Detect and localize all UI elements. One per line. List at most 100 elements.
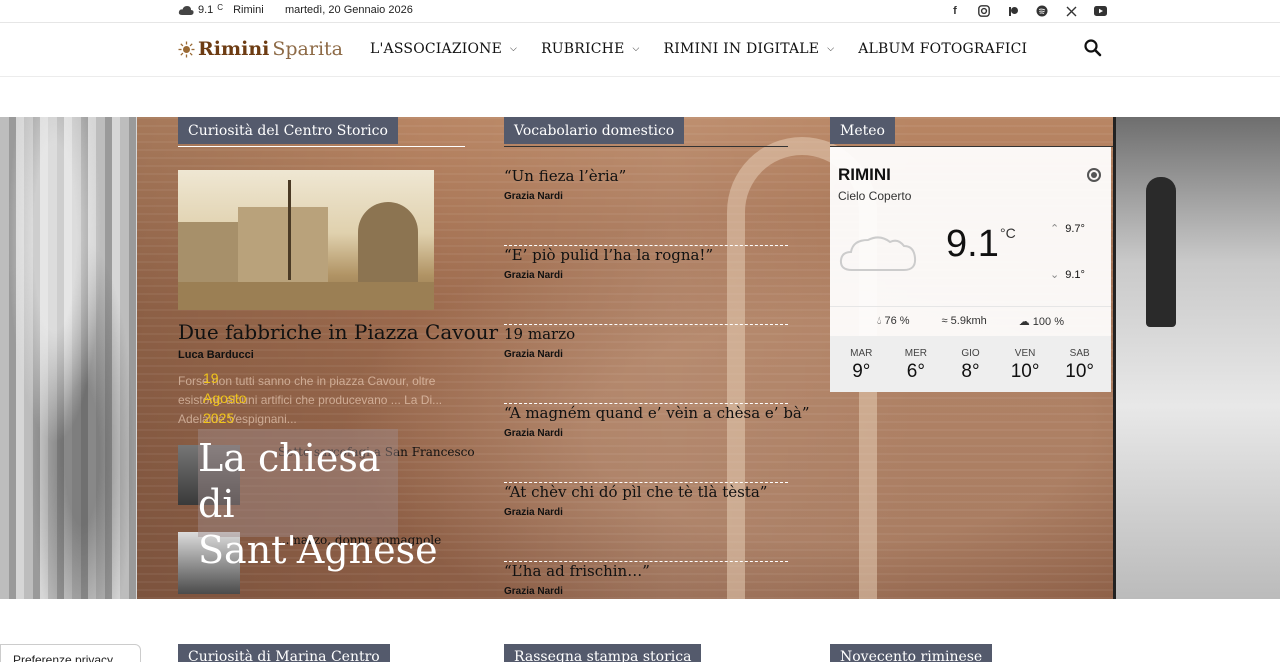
nav-label: ALBUM FOTOGRAFICI bbox=[858, 41, 1028, 57]
weather-clouds: ☁︎ 100 % bbox=[1019, 315, 1064, 328]
thumbnail-arch bbox=[358, 202, 418, 282]
weather-widget: RIMINI Cielo Coperto 9.1 °C ⌃ 9.7° ⌄ 9.1° … bbox=[830, 147, 1111, 392]
forecast-day: SAB 10° bbox=[1055, 336, 1105, 392]
privacy-preferences-button[interactable]: Preferenze privacy bbox=[0, 644, 141, 662]
chevron-down-icon: ⌵ bbox=[632, 44, 640, 54]
weather-wind: ≈ 5.9kmh bbox=[942, 315, 987, 328]
forecast-day-temp: 8° bbox=[961, 361, 980, 382]
instagram-icon[interactable] bbox=[976, 3, 992, 19]
nav-label: RUBRICHE bbox=[541, 41, 625, 57]
background-photo-left bbox=[0, 117, 137, 599]
list-item[interactable]: 19 marzo Grazia Nardi bbox=[504, 325, 788, 404]
list-item-title[interactable]: “Un fieza l’èria” bbox=[504, 167, 788, 185]
list-item-author[interactable]: Grazia Nardi bbox=[504, 349, 788, 360]
list-item[interactable]: “A magném quand e’ vèin a chèsa e’ bà” Gr… bbox=[504, 404, 810, 483]
nav-item-associazione[interactable]: L'ASSOCIAZIONE ⌵ bbox=[370, 41, 517, 57]
youtube-icon[interactable] bbox=[1092, 3, 1108, 19]
patreon-icon[interactable] bbox=[1005, 3, 1021, 19]
weather-stats: 💧︎ 76 % ≈ 5.9kmh ☁︎ 100 % bbox=[830, 315, 1111, 328]
list-item[interactable]: “At chèv chi dó pìl che tè tlà tèsta” Gra… bbox=[504, 483, 788, 562]
overlay-date: 19 Agosto 2025 bbox=[203, 368, 247, 428]
social-links: f bbox=[947, 3, 1108, 19]
chevron-down-icon: ⌵ bbox=[510, 44, 518, 54]
column-meteo: Meteo RIMINI Cielo Coperto 9.1 °C ⌃ 9.7° … bbox=[830, 117, 1113, 599]
weather-clouds-value: 100 % bbox=[1032, 316, 1064, 328]
overlay-date-year: 2025 bbox=[203, 410, 235, 426]
nav-label: RIMINI IN DIGITALE bbox=[663, 41, 820, 57]
overlay-date-day: 19 bbox=[203, 370, 219, 386]
list-item-author[interactable]: Grazia Nardi bbox=[504, 428, 788, 439]
logo-text-rimini: Rimini bbox=[198, 38, 270, 60]
nav-item-rimini-in-digitale[interactable]: RIMINI IN DIGITALE ⌵ bbox=[664, 41, 835, 57]
list-item-title[interactable]: “At chèv chi dó pìl che tè tlà tèsta” bbox=[504, 483, 788, 501]
list-item[interactable]: “E’ piò pulid l’ha la rogna!” Grazia Nard… bbox=[504, 246, 788, 325]
weather-low: ⌄ 9.1° bbox=[1050, 268, 1085, 281]
list-item-title[interactable]: “L’ha ad frischin…” bbox=[504, 562, 788, 580]
forecast-day-name: GIO bbox=[961, 348, 980, 359]
list-item-author[interactable]: Grazia Nardi bbox=[504, 507, 788, 518]
site-logo[interactable]: Rimini Sparita bbox=[178, 38, 343, 60]
x-icon[interactable] bbox=[1063, 3, 1079, 19]
forecast-day-temp: 9° bbox=[852, 361, 871, 382]
forecast-day-name: MAR bbox=[850, 348, 873, 359]
logo-text-sparita: Sparita bbox=[272, 38, 344, 60]
facebook-icon[interactable]: f bbox=[947, 3, 963, 19]
forecast-day: GIO 8° bbox=[945, 336, 995, 392]
forecast-day: MAR 9° bbox=[836, 336, 886, 392]
thumbnail-building bbox=[178, 222, 238, 282]
forecast-day-name: SAB bbox=[1069, 348, 1090, 359]
forecast-day: VEN 10° bbox=[1000, 336, 1050, 392]
top-date: martedì, 20 Gennaio 2026 bbox=[285, 4, 413, 16]
weather-low-value: 9.1° bbox=[1065, 269, 1085, 281]
weather-divider bbox=[830, 306, 1111, 307]
nav-item-album-fotografici[interactable]: ALBUM FOTOGRAFICI bbox=[858, 41, 1027, 57]
list-item-author[interactable]: Grazia Nardi bbox=[504, 586, 788, 597]
locate-icon[interactable] bbox=[1087, 168, 1101, 182]
column-curiosita-centro-storico: Curiosità del Centro Storico Due fabbric… bbox=[178, 117, 498, 599]
article-title[interactable]: Due fabbriche in Piazza Cavour bbox=[178, 320, 498, 344]
list-item-title[interactable]: “E’ piò pulid l’ha la rogna!” bbox=[504, 246, 788, 264]
list-item-title[interactable]: 19 marzo bbox=[504, 325, 788, 343]
cloud-icon bbox=[839, 236, 917, 271]
overlay-article-title[interactable]: La chiesa di Sant'Agnese bbox=[198, 429, 438, 572]
section-header: Curiosità del Centro Storico bbox=[178, 117, 465, 147]
thumbnail-building bbox=[238, 207, 328, 282]
wind-icon: ≈ bbox=[941, 315, 948, 327]
section-title-rassegna-stampa[interactable]: Rassegna stampa storica bbox=[504, 644, 702, 662]
weather-high-value: 9.7° bbox=[1065, 223, 1085, 235]
weather-high: ⌃ 9.7° bbox=[1050, 222, 1085, 235]
cloud-icon bbox=[178, 5, 194, 15]
list-item[interactable]: “L’ha ad frischin…” Grazia Nardi bbox=[504, 562, 788, 599]
cloud-icon: ☁︎ bbox=[1018, 316, 1030, 328]
list-item[interactable]: “Un fieza l’èria” Grazia Nardi bbox=[504, 167, 788, 246]
section-header: Meteo bbox=[830, 117, 1113, 147]
section-title[interactable]: Curiosità del Centro Storico bbox=[178, 117, 398, 144]
section-header: Vocabolario domestico bbox=[504, 117, 788, 147]
list-item-title[interactable]: “A magném quand e’ vèin a chèsa e’ bà” bbox=[504, 404, 810, 422]
search-icon[interactable] bbox=[1083, 38, 1103, 58]
top-weather-city: Rimini bbox=[233, 4, 264, 16]
forecast-day-name: VEN bbox=[1014, 348, 1036, 359]
section-title-novecento[interactable]: Novecento riminese bbox=[830, 644, 993, 662]
droplet-icon: 💧︎ bbox=[877, 315, 882, 327]
forecast-day-name: MER bbox=[904, 348, 927, 359]
section-title[interactable]: Vocabolario domestico bbox=[504, 117, 685, 144]
chevron-down-icon: ⌵ bbox=[827, 44, 835, 54]
thumbnail-lamp bbox=[288, 180, 291, 280]
main-header: Rimini Sparita L'ASSOCIAZIONE ⌵ RUBRICHE ⌵ … bbox=[0, 24, 1280, 77]
nav-label: L'ASSOCIAZIONE bbox=[370, 41, 503, 57]
weather-temp: 9.1 bbox=[946, 223, 999, 265]
main-nav: L'ASSOCIAZIONE ⌵ RUBRICHE ⌵ RIMINI IN DIGI… bbox=[370, 41, 1027, 57]
article-author[interactable]: Luca Barducci bbox=[178, 349, 254, 361]
list-item-author[interactable]: Grazia Nardi bbox=[504, 191, 788, 202]
list-item-author[interactable]: Grazia Nardi bbox=[504, 270, 788, 281]
article-thumbnail[interactable] bbox=[178, 170, 434, 310]
column-vocabolario-domestico: Vocabolario domestico “Un fieza l’èria” G… bbox=[504, 117, 810, 599]
weather-description: Cielo Coperto bbox=[838, 189, 912, 203]
nav-item-rubriche[interactable]: RUBRICHE ⌵ bbox=[541, 41, 639, 57]
weather-forecast: MAR 9° MER 6° GIO 8° VEN 10° SAB 10° bbox=[830, 336, 1111, 392]
top-bar: 9.1 C Rimini martedì, 20 Gennaio 2026 f bbox=[0, 0, 1280, 23]
spotify-icon[interactable] bbox=[1034, 3, 1050, 19]
section-title-marina-centro[interactable]: Curiosità di Marina Centro bbox=[178, 644, 390, 662]
forecast-day-temp: 6° bbox=[906, 361, 925, 382]
